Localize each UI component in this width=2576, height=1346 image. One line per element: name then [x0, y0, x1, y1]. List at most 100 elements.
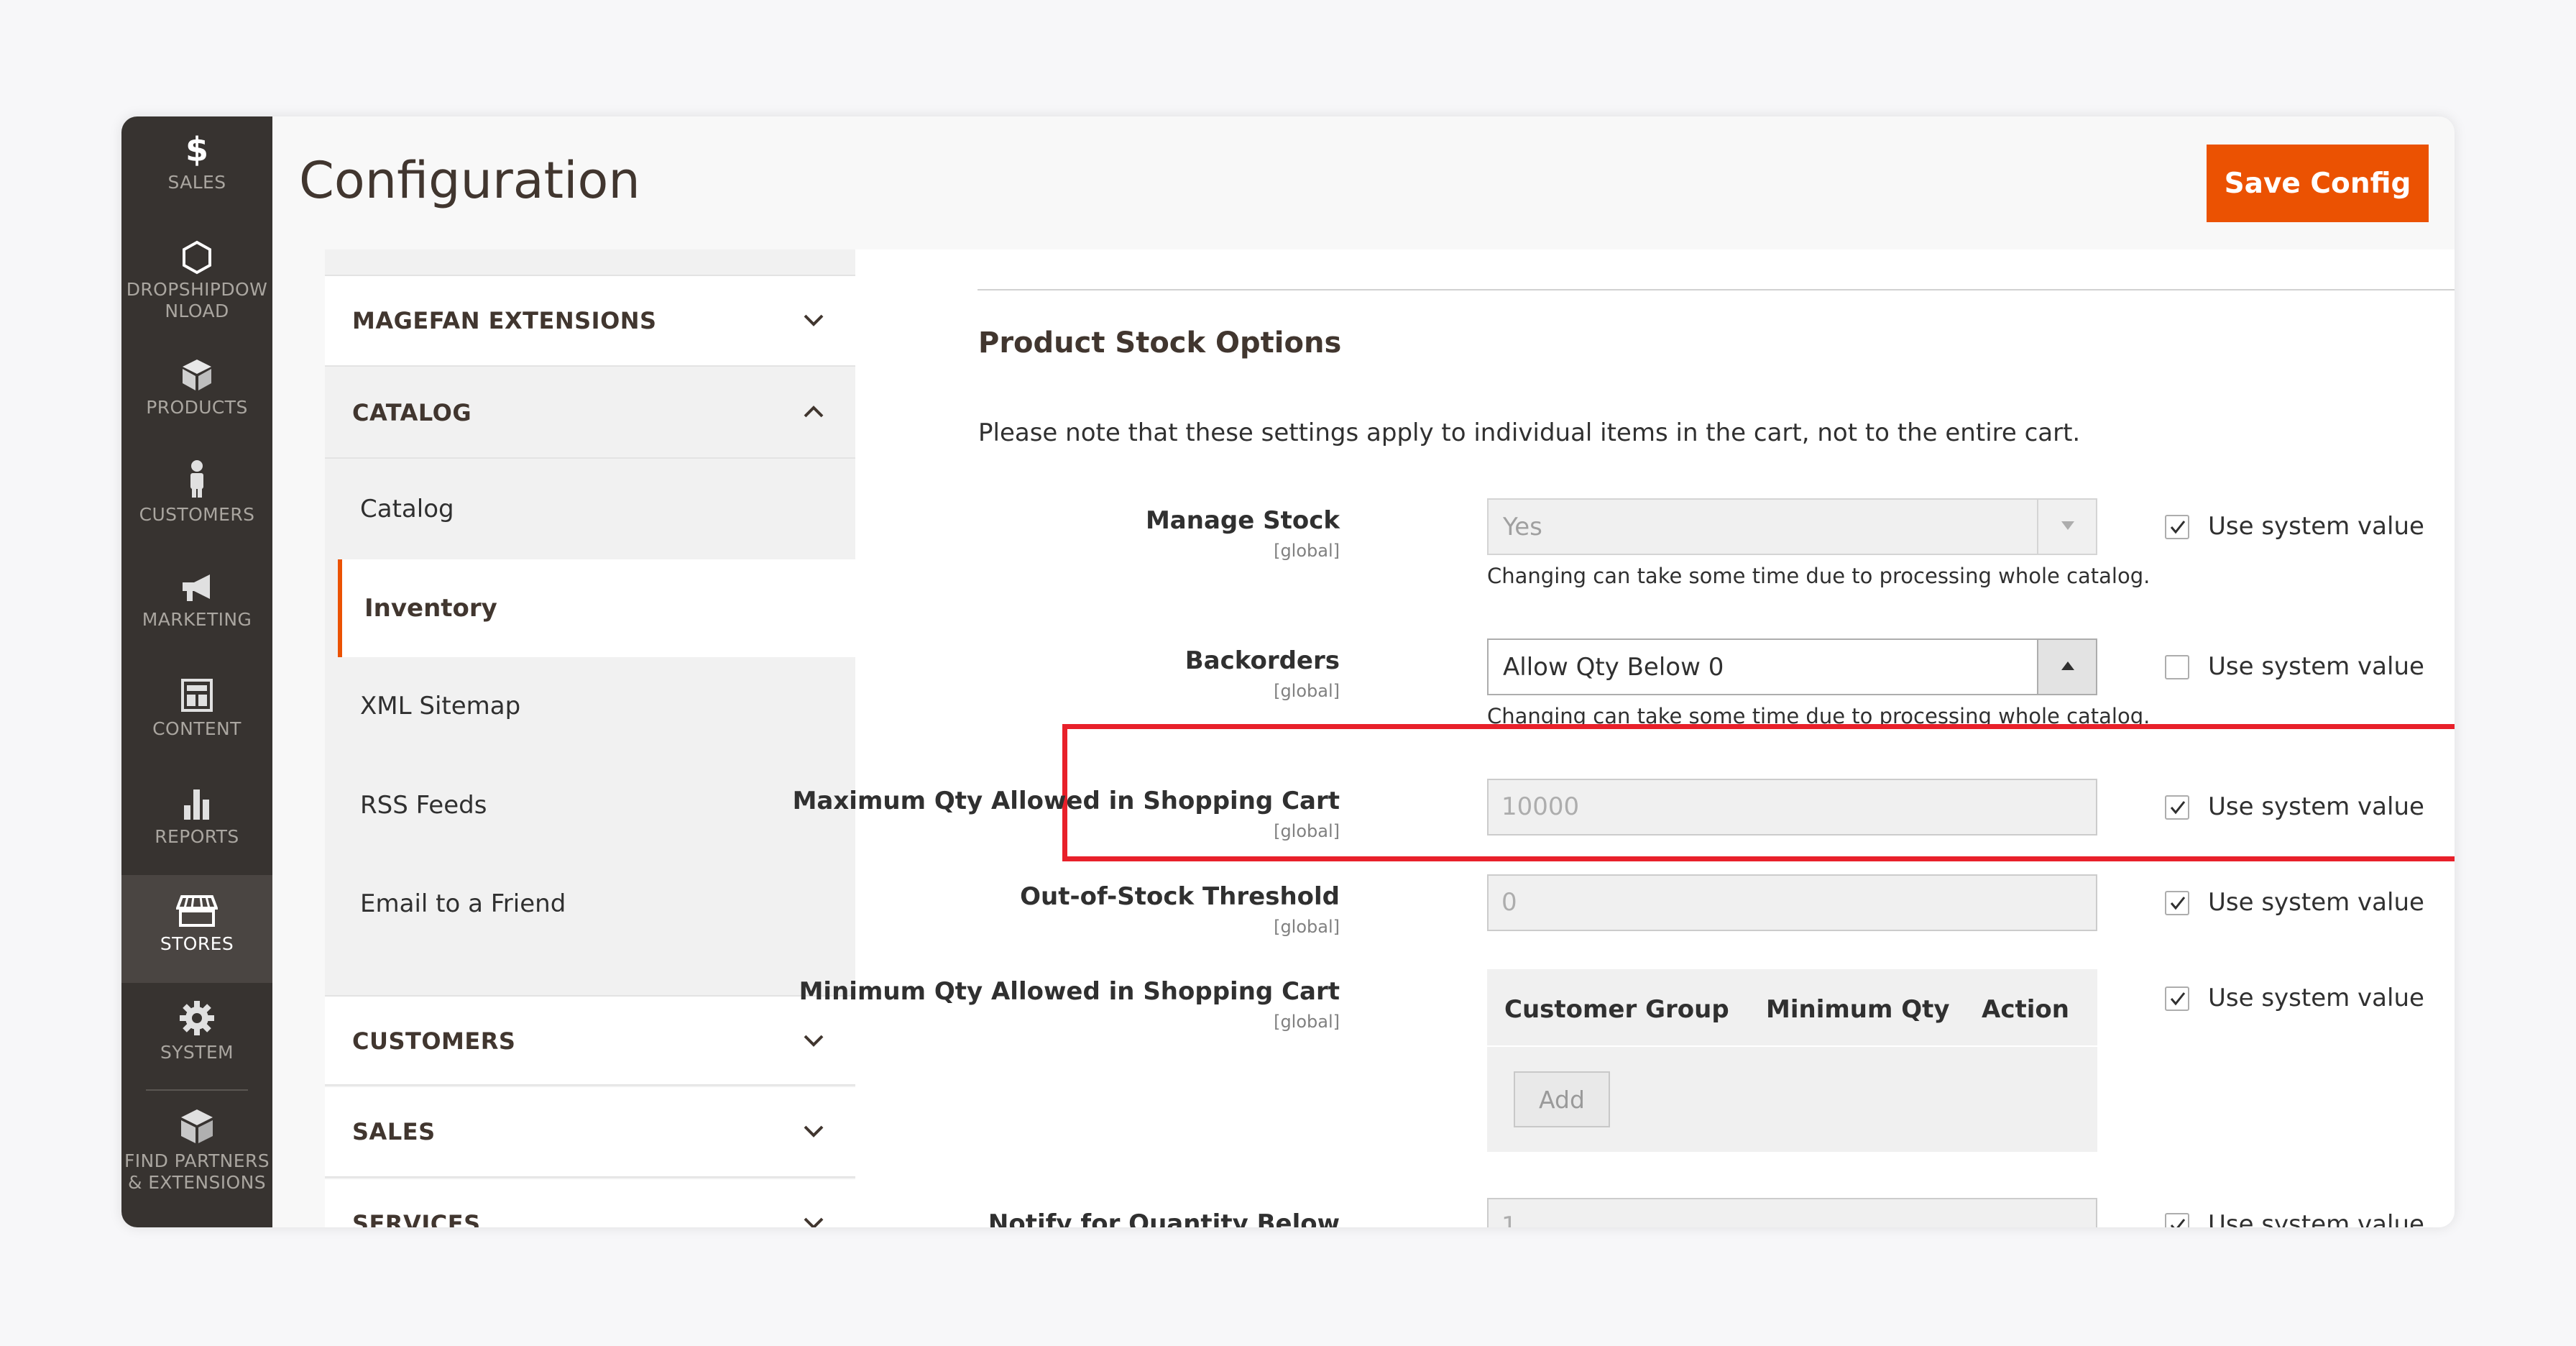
person-icon	[190, 460, 203, 498]
use-system-label: Use system value	[2208, 1210, 2424, 1227]
checkbox-unchecked[interactable]	[2165, 655, 2189, 679]
column-action: Action	[1982, 995, 2069, 1024]
admin-window: $ SALES DROPSHIPDOW NLOAD PRODUCTS CUSTOM…	[121, 116, 2455, 1227]
use-system-label: Use system value	[2208, 512, 2424, 541]
nav-divider	[146, 1089, 248, 1091]
dropdown-arrow	[2037, 500, 2096, 554]
section-label: CATALOG	[352, 399, 472, 426]
checkbox-checked[interactable]	[2165, 986, 2189, 1011]
config-nav-item-email-to-a-friend[interactable]: Email to a Friend	[325, 855, 855, 953]
item-label: RSS Feeds	[360, 791, 487, 820]
nav-label: DROPSHIPDOW	[126, 279, 268, 300]
check-icon	[2170, 801, 2186, 815]
nav-item-sales[interactable]: $ SALES	[121, 132, 272, 193]
backorders-label: Backorders	[1184, 646, 1340, 675]
cubes-icon	[181, 1109, 213, 1143]
section-customers[interactable]: CUSTOMERS	[325, 995, 855, 1086]
config-nav-item-inventory[interactable]: Inventory	[338, 559, 855, 657]
chevron-down-icon	[804, 1125, 824, 1137]
section-label: SALES	[352, 1118, 436, 1145]
config-nav-item-catalog[interactable]: Catalog	[325, 460, 855, 558]
section-magefan-extensions[interactable]: MAGEFAN EXTENSIONS	[325, 276, 855, 367]
nav-label: CONTENT	[152, 718, 242, 739]
item-label: XML Sitemap	[360, 692, 521, 720]
nav-item-system[interactable]: SYSTEM	[121, 999, 272, 1063]
config-nav-item-xml-sitemap[interactable]: XML Sitemap	[325, 657, 855, 755]
nav-label: & EXTENSIONS	[128, 1172, 266, 1193]
nav-item-reports[interactable]: REPORTS	[121, 785, 272, 848]
config-nav-item-rss-feeds[interactable]: RSS Feeds	[325, 756, 855, 854]
nav-item-stores[interactable]: STORES	[121, 875, 272, 983]
out-of-stock-input[interactable]: 0	[1487, 874, 2097, 931]
scope-label: [global]	[1274, 821, 1340, 841]
scope-label: [global]	[1274, 541, 1340, 561]
save-config-button[interactable]: Save Config	[2207, 145, 2429, 222]
checkbox-checked[interactable]	[2165, 515, 2189, 539]
backorders-select[interactable]: Allow Qty Below 0	[1487, 638, 2097, 695]
nav-item-content[interactable]: CONTENT	[121, 677, 272, 740]
dropdown-arrow	[2037, 640, 2096, 694]
scope-label: [global]	[1274, 917, 1340, 937]
nav-item-dropshipdownload[interactable]: DROPSHIPDOW NLOAD	[121, 240, 272, 322]
nav-label: PRODUCTS	[146, 397, 248, 418]
nav-label: CUSTOMERS	[139, 504, 255, 525]
check-icon	[2170, 521, 2186, 534]
column-minimum-qty: Minimum Qty	[1766, 995, 1950, 1024]
megaphone-icon	[183, 574, 210, 601]
scope-label: [global]	[1274, 681, 1340, 701]
section-sales[interactable]: SALES	[325, 1087, 855, 1178]
section-label: MAGEFAN EXTENSIONS	[352, 307, 657, 334]
layout-icon	[181, 679, 213, 712]
nav-label: MARKETING	[142, 609, 252, 630]
scope-label: [global]	[1274, 1012, 1340, 1032]
item-label: Inventory	[364, 594, 497, 623]
section-services[interactable]: SERVICES	[325, 1179, 855, 1227]
bar-chart-icon	[184, 789, 209, 820]
chevron-up-icon	[804, 406, 824, 418]
svg-text:$: $	[185, 132, 208, 167]
use-system-label: Use system value	[2208, 792, 2424, 821]
check-icon	[2170, 897, 2186, 910]
min-qty-label: Minimum Qty Allowed in Shopping Cart	[799, 977, 1340, 1006]
nav-item-customers[interactable]: CUSTOMERS	[121, 459, 272, 526]
add-row-button[interactable]: Add	[1514, 1071, 1610, 1127]
chevron-down-icon	[804, 314, 824, 326]
nav-label: NLOAD	[165, 301, 229, 321]
checkbox-checked[interactable]	[2165, 795, 2189, 820]
gear-icon	[180, 1001, 214, 1035]
section-divider	[978, 289, 2455, 290]
section-catalog[interactable]: CATALOG	[325, 368, 855, 459]
manage-stock-select[interactable]: Yes	[1487, 498, 2097, 555]
chevron-down-icon	[804, 1217, 824, 1227]
check-icon	[2170, 992, 2186, 1006]
previous-section-header	[978, 249, 2455, 275]
hexagon-icon	[183, 240, 211, 275]
checkbox-checked[interactable]	[2165, 1213, 2189, 1227]
use-system-label: Use system value	[2208, 888, 2424, 917]
nav-item-products[interactable]: PRODUCTS	[121, 357, 272, 418]
dollar-icon: $	[185, 132, 208, 167]
item-label: Email to a Friend	[360, 889, 566, 918]
item-label: Catalog	[360, 495, 454, 523]
select-value: Allow Qty Below 0	[1503, 653, 1724, 682]
nav-item-find-partners[interactable]: FIND PARTNERS & EXTENSIONS	[121, 1107, 272, 1194]
store-icon	[176, 895, 218, 927]
out-of-stock-label: Out-of-Stock Threshold	[1020, 882, 1340, 911]
max-qty-input[interactable]: 10000	[1487, 779, 2097, 835]
use-system-label: Use system value	[2208, 652, 2424, 681]
chevron-down-icon	[804, 1035, 824, 1047]
admin-menu: $ SALES DROPSHIPDOW NLOAD PRODUCTS CUSTOM…	[121, 116, 272, 1227]
use-system-label: Use system value	[2208, 984, 2424, 1012]
section-title[interactable]: Product Stock Options	[978, 326, 1341, 360]
section-label: SERVICES	[352, 1210, 481, 1227]
checkbox-checked[interactable]	[2165, 891, 2189, 915]
max-qty-label: Maximum Qty Allowed in Shopping Cart	[792, 787, 1340, 815]
nav-label: SYSTEM	[160, 1042, 234, 1063]
section-label: CUSTOMERS	[352, 1027, 516, 1055]
nav-label: SALES	[167, 172, 226, 193]
nav-item-marketing[interactable]: MARKETING	[121, 572, 272, 631]
notify-qty-label: Notify for Quantity Below	[988, 1209, 1340, 1227]
nav-label: FIND PARTNERS	[124, 1150, 270, 1171]
caret-down-icon	[2061, 521, 2074, 530]
notify-qty-input[interactable]: 1	[1487, 1198, 2097, 1227]
